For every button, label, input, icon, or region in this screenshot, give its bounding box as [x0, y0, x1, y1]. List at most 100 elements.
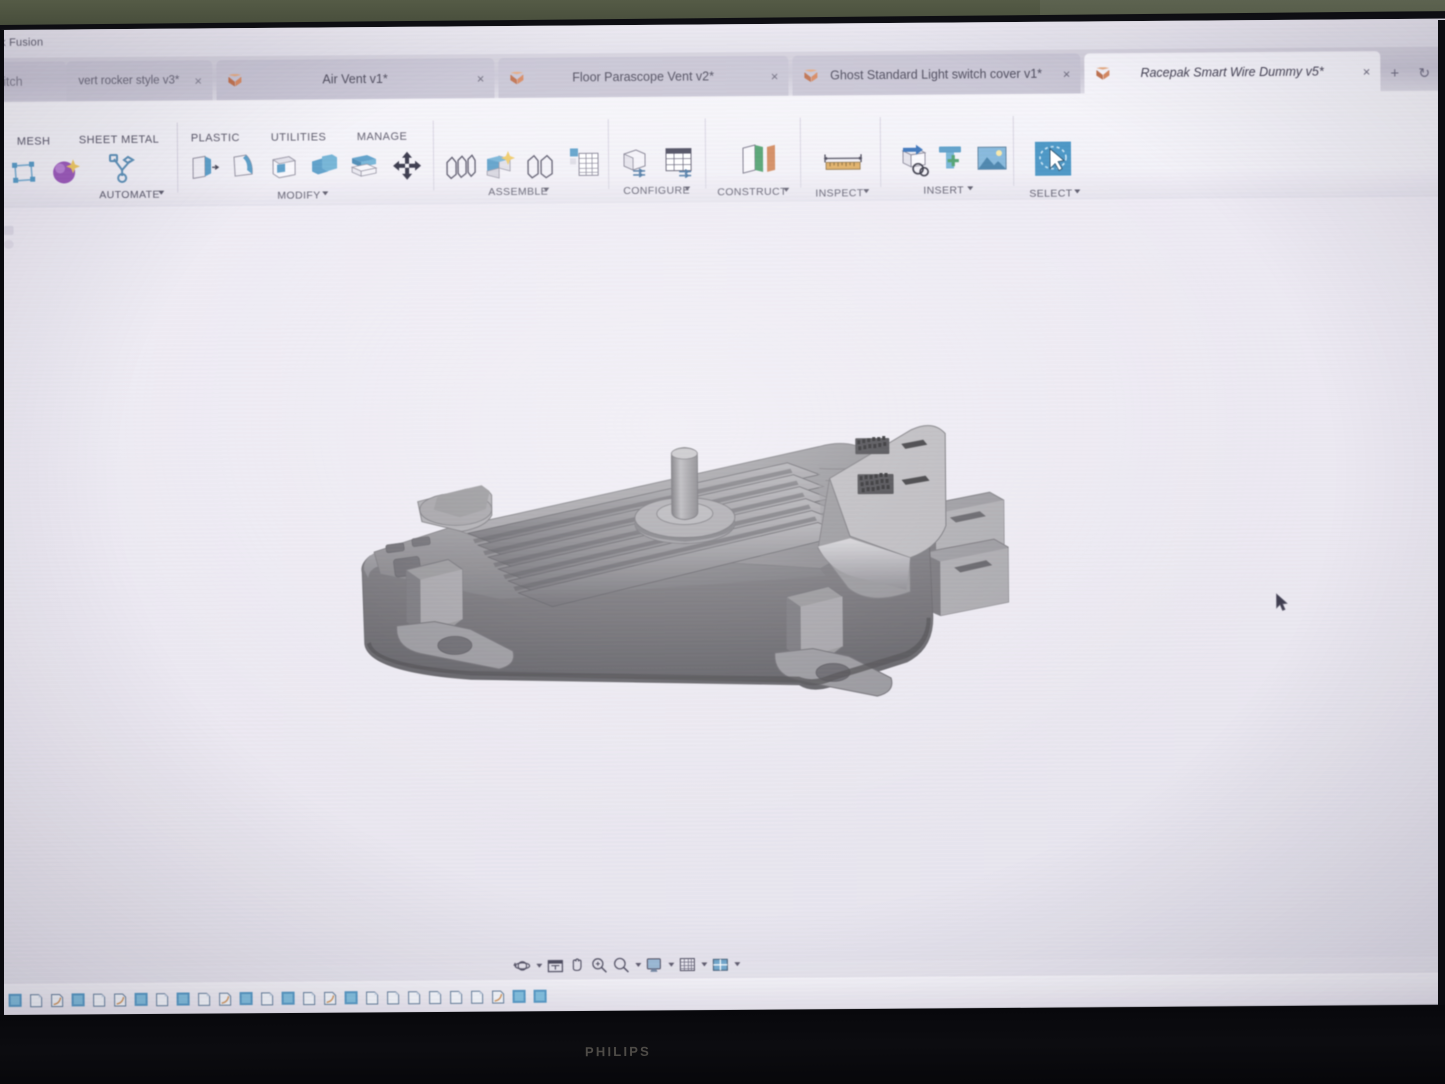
- timeline-feature-extrude[interactable]: [8, 992, 23, 1007]
- tab-floor-parascope-vent[interactable]: Floor Parascope Vent v2* ×: [498, 56, 788, 98]
- mesh-nodes-icon[interactable]: [7, 156, 41, 190]
- tab-ghost-light-switch[interactable]: Ghost Light Switch: [0, 61, 67, 102]
- move-copy-icon[interactable]: [390, 149, 424, 183]
- ribbon-panel-inspect-caption[interactable]: INSPECT: [815, 187, 863, 199]
- fusion-cube-icon: [510, 71, 523, 84]
- tab-close-icon[interactable]: ×: [477, 72, 485, 85]
- timeline-feature-extrude[interactable]: [281, 990, 296, 1005]
- automate-y-icon[interactable]: [105, 151, 139, 185]
- timeline-feature-sketch[interactable]: [470, 989, 485, 1004]
- ribbon-panel-modify-caption[interactable]: MODIFY: [277, 189, 320, 201]
- timeline-feature-sketch[interactable]: [449, 989, 464, 1004]
- timeline-feature-sketch[interactable]: [302, 990, 317, 1005]
- timeline-feature-extrude[interactable]: [512, 988, 527, 1003]
- configure-model-icon[interactable]: [619, 145, 653, 179]
- tab-racepak-smart-wire-dummy[interactable]: Racepak Smart Wire Dummy v5* ×: [1084, 51, 1380, 93]
- new-component-icon[interactable]: [443, 150, 477, 184]
- joint-icon[interactable]: [483, 148, 517, 182]
- timeline-feature-sketch[interactable]: [155, 991, 170, 1006]
- automate-sparkle-icon[interactable]: [47, 153, 81, 187]
- construct-dropdown-caret-icon[interactable]: [783, 188, 789, 192]
- viewports-dropdown-caret-icon[interactable]: [734, 962, 740, 966]
- ribbon-group-sheet-metal[interactable]: SHEET METAL: [79, 134, 159, 147]
- cad-model-racepak-smart-wire-dummy[interactable]: [349, 417, 1031, 742]
- measure-icon[interactable]: [821, 147, 865, 181]
- insert-mcmaster-icon[interactable]: [935, 142, 969, 176]
- zoom-window-icon[interactable]: [590, 956, 608, 974]
- display-settings-icon[interactable]: [645, 956, 663, 974]
- timeline-feature-sketch[interactable]: [197, 991, 212, 1006]
- timeline-feature-fillet[interactable]: [113, 991, 128, 1006]
- pan-hand-icon[interactable]: [568, 956, 586, 974]
- fusion-cube-icon: [1096, 67, 1109, 80]
- assemble-dropdown-caret-icon[interactable]: [543, 188, 549, 192]
- look-at-icon[interactable]: [546, 957, 564, 975]
- insert-dropdown-caret-icon[interactable]: [967, 186, 973, 190]
- tab-ghost-standard-light-switch-cover[interactable]: Ghost Standard Light switch cover v1* ×: [792, 53, 1080, 95]
- tab-close-icon[interactable]: ×: [194, 74, 202, 87]
- configure-dropdown-caret-icon[interactable]: [684, 187, 690, 191]
- modify-dropdown-caret-icon[interactable]: [322, 191, 328, 195]
- timeline-feature-sketch[interactable]: [260, 990, 275, 1005]
- configure-table-icon[interactable]: [663, 144, 697, 178]
- grid-snaps-icon[interactable]: [678, 956, 696, 974]
- timeline-feature-sketch[interactable]: [92, 992, 107, 1007]
- ribbon-panel-assemble-caption[interactable]: ASSEMBLE: [488, 186, 548, 198]
- refresh-tab-button[interactable]: ↻: [1418, 65, 1430, 82]
- timeline-feature-fillet[interactable]: [50, 992, 65, 1007]
- orbit-icon[interactable]: [513, 957, 531, 975]
- timeline-feature-sketch[interactable]: [407, 989, 422, 1004]
- insert-derive-icon[interactable]: [897, 143, 931, 177]
- ribbon-group-utilities[interactable]: UTILITIES: [271, 131, 326, 143]
- timeline-feature-sketch[interactable]: [365, 990, 380, 1005]
- grid-snaps-dropdown-caret-icon[interactable]: [701, 962, 707, 966]
- timeline-feature-fillet[interactable]: [323, 990, 338, 1005]
- ribbon-panel-configure-caption[interactable]: CONFIGURE: [623, 185, 690, 198]
- inspect-dropdown-caret-icon[interactable]: [863, 189, 869, 193]
- ribbon-group-plastic[interactable]: PLASTIC: [191, 132, 240, 144]
- tab-vert-rocker-style[interactable]: vert rocker style v3* ×: [66, 60, 212, 101]
- timeline-feature-extrude[interactable]: [176, 991, 191, 1006]
- shell-icon[interactable]: [267, 150, 301, 184]
- orbit-dropdown-caret-icon[interactable]: [536, 964, 542, 968]
- ribbon-panel-automate-caption[interactable]: AUTOMATE: [99, 189, 160, 201]
- bill-of-materials-icon[interactable]: [567, 145, 601, 179]
- timeline-feature-fillet[interactable]: [218, 991, 233, 1006]
- timeline-feature-extrude[interactable]: [533, 988, 548, 1003]
- as-built-joint-icon[interactable]: [523, 150, 557, 184]
- ribbon-panel-select-caption[interactable]: SELECT: [1029, 188, 1072, 200]
- ribbon-panel-construct-caption[interactable]: CONSTRUCT: [717, 186, 787, 199]
- timeline-feature-extrude[interactable]: [344, 990, 359, 1005]
- viewports-icon[interactable]: [711, 955, 729, 973]
- zoom-fit-dropdown-caret-icon[interactable]: [635, 963, 641, 967]
- ribbon-group-mesh[interactable]: MESH: [17, 136, 51, 148]
- fillet-icon[interactable]: [227, 150, 261, 184]
- browser-panel-toggle[interactable]: [4, 240, 14, 249]
- select-dropdown-caret-icon[interactable]: [1074, 189, 1080, 193]
- ribbon-panel-insert-caption[interactable]: INSERT: [923, 184, 964, 196]
- combine-icon[interactable]: [307, 149, 341, 183]
- ribbon-toolbar: MESH SHEET METAL PLASTIC UTILITIES MANAG…: [0, 91, 1445, 209]
- select-arrow-icon[interactable]: [1033, 140, 1073, 180]
- tab-close-icon[interactable]: ×: [1063, 67, 1071, 80]
- tab-air-vent[interactable]: Air Vent v1* ×: [216, 58, 494, 100]
- timeline-feature-extrude[interactable]: [239, 990, 254, 1005]
- timeline-feature-extrude[interactable]: [134, 991, 149, 1006]
- tab-close-icon[interactable]: ×: [771, 69, 779, 82]
- tab-close-icon[interactable]: ×: [1363, 65, 1371, 78]
- browser-panel-collapsed[interactable]: [4, 226, 14, 235]
- automate-dropdown-caret-icon[interactable]: [158, 191, 164, 195]
- offset-plane-icon[interactable]: [737, 142, 771, 176]
- timeline-feature-sketch[interactable]: [29, 992, 44, 1007]
- timeline-feature-sketch[interactable]: [386, 989, 401, 1004]
- timeline-feature-fillet[interactable]: [491, 989, 506, 1004]
- timeline-feature-sketch[interactable]: [428, 989, 443, 1004]
- split-body-icon[interactable]: [347, 149, 381, 183]
- ribbon-group-manage[interactable]: MANAGE: [357, 131, 407, 143]
- timeline-feature-extrude[interactable]: [71, 992, 86, 1007]
- insert-canvas-icon[interactable]: [975, 142, 1009, 176]
- display-settings-dropdown-caret-icon[interactable]: [668, 963, 674, 967]
- new-tab-button[interactable]: +: [1390, 65, 1399, 82]
- press-pull-icon[interactable]: [187, 150, 221, 184]
- zoom-fit-icon[interactable]: [612, 956, 630, 974]
